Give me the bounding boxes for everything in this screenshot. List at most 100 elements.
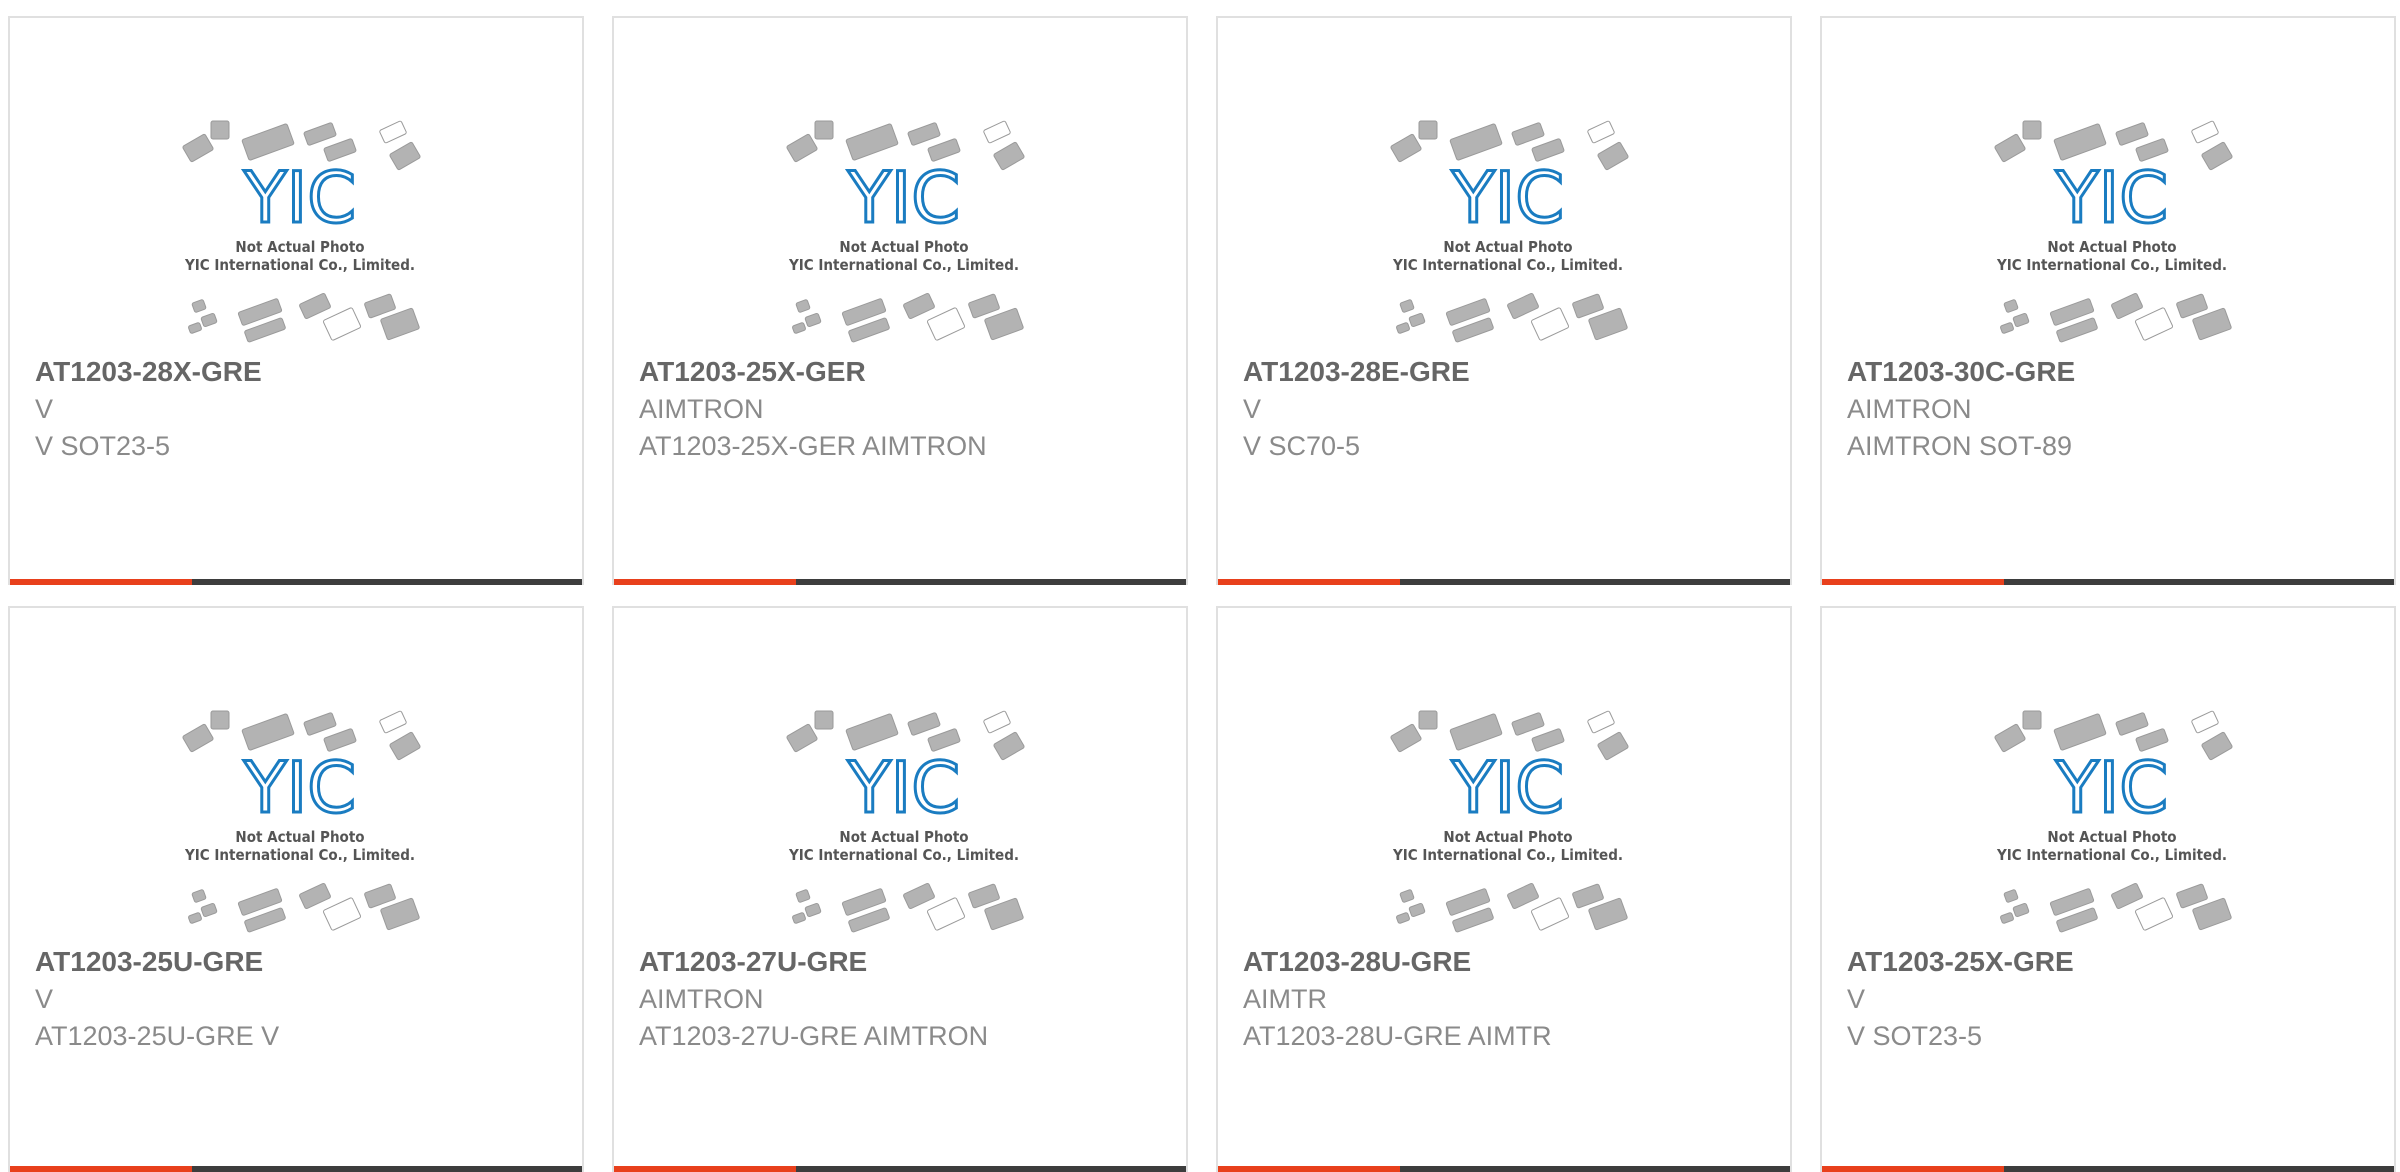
chip-illustration [814, 710, 834, 730]
chip-illustration [968, 293, 1000, 319]
chip-illustration [188, 322, 202, 334]
product-card[interactable]: YIC Not Actual Photo YIC International Co.… [1820, 606, 2396, 1172]
accent-orange-segment [614, 579, 796, 585]
product-image-placeholder[interactable]: YIC Not Actual Photo YIC International Co.… [1373, 696, 1643, 936]
product-image-placeholder[interactable]: YIC Not Actual Photo YIC International Co.… [769, 696, 1039, 936]
chip-illustration [2201, 141, 2233, 171]
product-description: V SOT23-5 [35, 431, 171, 461]
card-accent-bar [614, 579, 1186, 585]
not-actual-photo-graphic: YICNot Actual PhotoYIC International Co.… [1994, 120, 2233, 343]
chip-illustration [364, 293, 396, 319]
placeholder-caption-line2: YIC International Co., Limited. [1996, 846, 2227, 864]
chip-illustration [2053, 123, 2107, 161]
chip-illustration [903, 882, 935, 910]
accent-dark-segment [192, 1166, 582, 1172]
chip-illustration [1994, 133, 2026, 163]
product-image-placeholder[interactable]: YIC Not Actual Photo YIC International Co.… [769, 106, 1039, 346]
chip-illustration [1597, 731, 1629, 761]
chip-illustration [2003, 299, 2019, 313]
chip-illustration [1390, 723, 1422, 753]
placeholder-caption-line1: Not Actual Photo [2047, 238, 2176, 256]
accent-dark-segment [2004, 579, 2394, 585]
chip-illustration [2191, 710, 2219, 734]
card-accent-bar [1822, 579, 2394, 585]
yic-logo-text: YIC [2055, 157, 2168, 239]
chip-illustration [303, 712, 337, 736]
accent-dark-segment [796, 579, 1186, 585]
product-card[interactable]: YIC Not Actual Photo YIC International Co.… [8, 606, 584, 1172]
accent-orange-segment [1822, 1166, 2004, 1172]
chip-illustration [1396, 322, 1410, 334]
product-card[interactable]: YIC Not Actual Photo YIC International Co.… [8, 16, 584, 585]
chip-illustration [1408, 902, 1426, 918]
chip-illustration [1511, 712, 1545, 736]
chip-illustration [188, 912, 202, 924]
chip-illustration [845, 123, 899, 161]
not-actual-photo-graphic: YICNot Actual PhotoYIC International Co.… [182, 710, 421, 933]
product-card[interactable]: YIC Not Actual Photo YIC International Co.… [1216, 606, 1792, 1172]
placeholder-caption-line2: YIC International Co., Limited. [184, 256, 415, 274]
product-card[interactable]: YIC Not Actual Photo YIC International Co.… [612, 606, 1188, 1172]
yic-logo-text: YIC [847, 157, 960, 239]
chip-illustration [1507, 882, 1539, 910]
product-image-placeholder[interactable]: YIC Not Actual Photo YIC International Co.… [1977, 696, 2247, 936]
not-actual-photo-graphic: YICNot Actual PhotoYIC International Co.… [1390, 120, 1629, 343]
manufacturer-label: V [1847, 984, 1866, 1014]
chip-illustration [927, 307, 965, 341]
chip-illustration [1396, 912, 1410, 924]
part-number-link[interactable]: AT1203-28E-GRE [1243, 356, 1470, 388]
card-accent-bar [614, 1166, 1186, 1172]
chip-illustration [907, 122, 941, 146]
manufacturer-label: AIMTR [1243, 984, 1327, 1014]
placeholder-caption-line1: Not Actual Photo [2047, 828, 2176, 846]
product-description: AIMTRON SOT-89 [1847, 431, 2073, 461]
part-number-link[interactable]: AT1203-30C-GRE [1847, 356, 2075, 388]
product-image-placeholder[interactable]: YIC Not Actual Photo YIC International Co.… [165, 106, 435, 346]
placeholder-caption-line1: Not Actual Photo [839, 238, 968, 256]
product-card[interactable]: YIC Not Actual Photo YIC International Co.… [1820, 16, 2396, 585]
chip-illustration [1507, 292, 1539, 320]
chip-illustration [210, 710, 230, 730]
placeholder-caption-line2: YIC International Co., Limited. [788, 256, 1019, 274]
product-card[interactable]: YIC Not Actual Photo YIC International Co.… [1216, 16, 1792, 585]
chip-illustration [2000, 912, 2014, 924]
part-number-link[interactable]: AT1203-28U-GRE [1243, 946, 1471, 978]
product-image-placeholder[interactable]: YIC Not Actual Photo YIC International Co.… [1373, 106, 1643, 346]
chip-illustration [1597, 141, 1629, 171]
product-description: V SOT23-5 [1847, 1021, 1983, 1051]
chip-illustration [299, 292, 331, 320]
part-number-link[interactable]: AT1203-25X-GER [639, 356, 866, 388]
accent-dark-segment [1400, 579, 1790, 585]
chip-illustration [2000, 322, 2014, 334]
chip-illustration [2135, 897, 2173, 931]
chip-illustration [2022, 120, 2042, 140]
placeholder-caption-line2: YIC International Co., Limited. [788, 846, 1019, 864]
chip-illustration [2003, 889, 2019, 903]
product-description: AT1203-27U-GRE AIMTRON [639, 1021, 989, 1051]
chip-illustration [1531, 897, 1569, 931]
product-description: AT1203-28U-GRE AIMTR [1243, 1021, 1552, 1051]
chip-illustration [804, 902, 822, 918]
chip-illustration [804, 312, 822, 328]
product-image-placeholder[interactable]: YIC Not Actual Photo YIC International Co.… [165, 696, 435, 936]
chip-illustration [1587, 710, 1615, 734]
yic-logo-text: YIC [2055, 747, 2168, 829]
not-actual-photo-graphic: YICNot Actual PhotoYIC International Co.… [1390, 710, 1629, 933]
chip-illustration [2012, 902, 2030, 918]
part-number-link[interactable]: AT1203-25U-GRE [35, 946, 263, 978]
part-number-link[interactable]: AT1203-25X-GRE [1847, 946, 2074, 978]
chip-illustration [1531, 307, 1569, 341]
card-accent-bar [1218, 1166, 1790, 1172]
placeholder-caption-line1: Not Actual Photo [1443, 828, 1572, 846]
product-image-placeholder[interactable]: YIC Not Actual Photo YIC International Co.… [1977, 106, 2247, 346]
manufacturer-label: AIMTRON [639, 984, 764, 1014]
chip-illustration [241, 713, 295, 751]
accent-orange-segment [1822, 579, 2004, 585]
yic-logo-text: YIC [243, 747, 356, 829]
product-card[interactable]: YIC Not Actual Photo YIC International Co.… [612, 16, 1188, 585]
chip-illustration [241, 123, 295, 161]
manufacturer-label: AIMTRON [639, 394, 764, 424]
part-number-link[interactable]: AT1203-27U-GRE [639, 946, 867, 978]
part-number-link[interactable]: AT1203-28X-GRE [35, 356, 262, 388]
chip-illustration [2201, 731, 2233, 761]
